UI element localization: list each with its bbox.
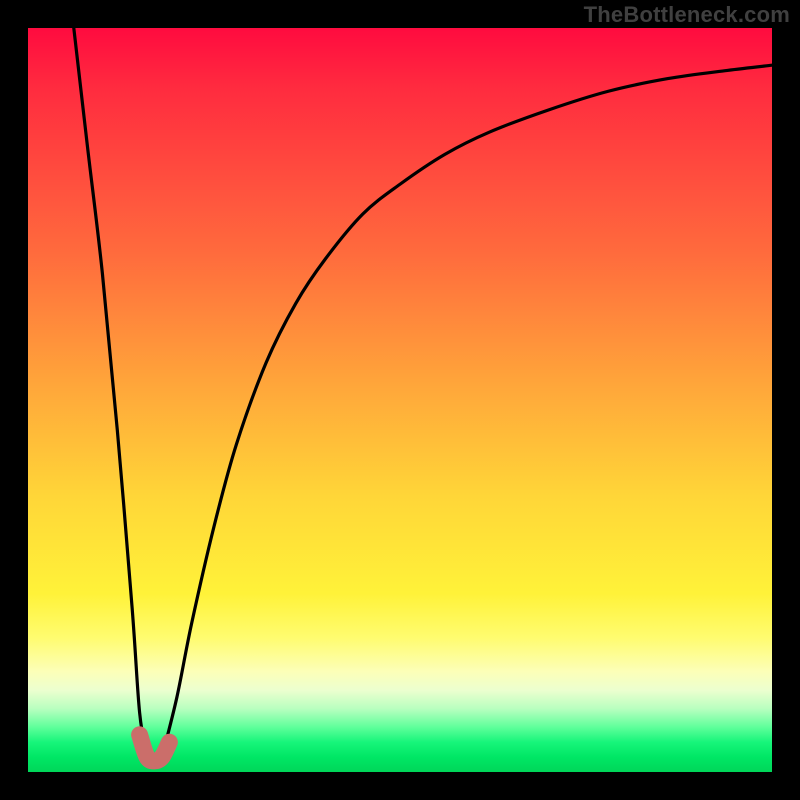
bottleneck-curve: [28, 28, 772, 772]
watermark-text: TheBottleneck.com: [584, 2, 790, 28]
chart-frame: TheBottleneck.com: [0, 0, 800, 800]
plot-area: [28, 28, 772, 772]
